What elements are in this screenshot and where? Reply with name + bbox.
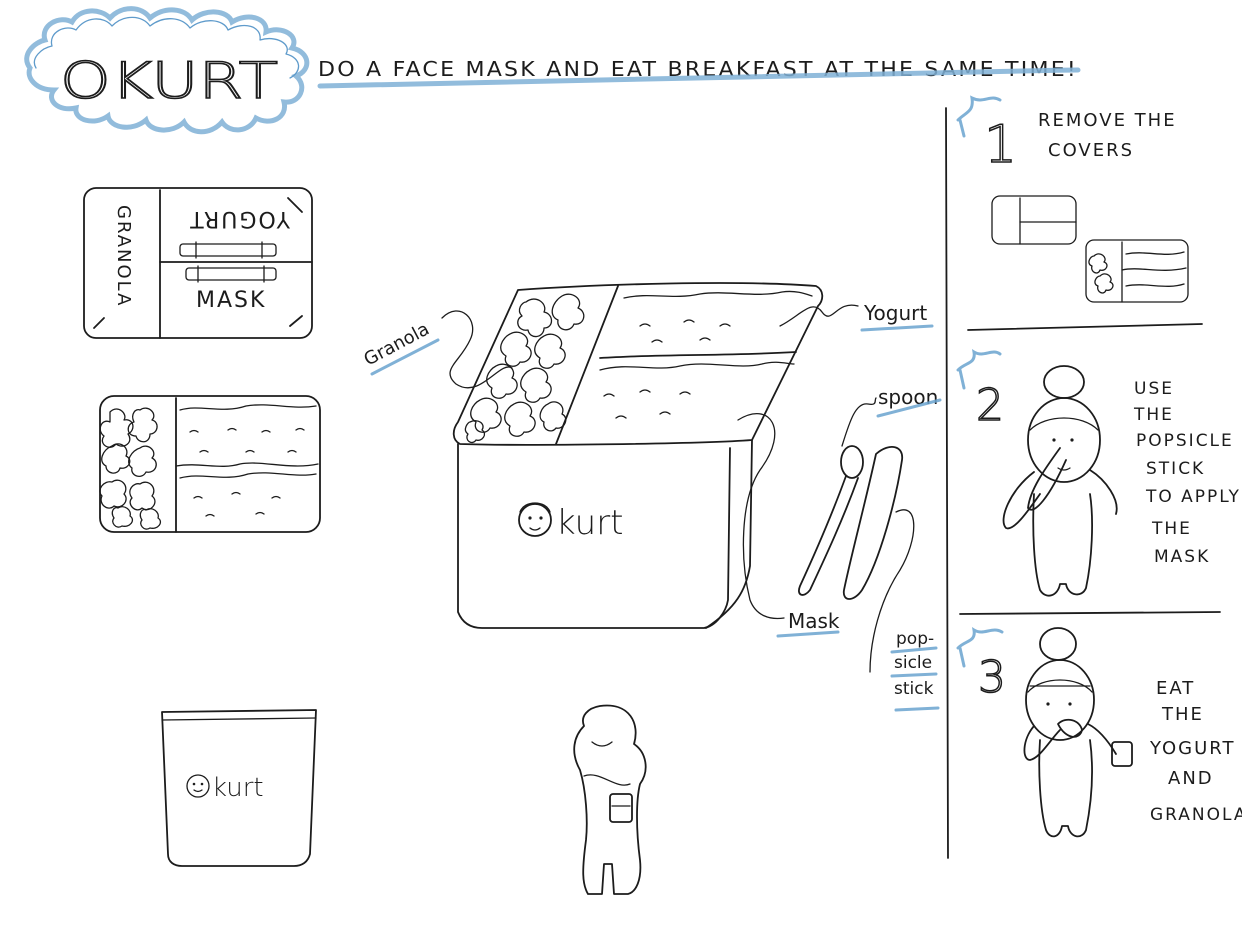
yogurt-leader-line bbox=[779, 304, 859, 327]
step-2-number: 2 bbox=[976, 380, 1004, 431]
step-1-closed-lid-icon bbox=[991, 195, 1077, 245]
step-3-line-4: AND bbox=[1168, 768, 1214, 789]
step-3-line-2: THE bbox=[1161, 704, 1204, 725]
popsicle-highlight-3 bbox=[894, 706, 940, 712]
step-3-line-5: GRANOLA bbox=[1150, 805, 1242, 825]
character-holding-cup bbox=[573, 704, 647, 895]
mask-leader-line bbox=[737, 413, 785, 620]
cup-logo-text: kurt bbox=[212, 773, 264, 803]
step-3-person-eating bbox=[1023, 627, 1133, 838]
step-2-person-applying-mask bbox=[1002, 365, 1118, 597]
steps-divider-1 bbox=[967, 323, 1203, 331]
callout-spoon: spoon bbox=[878, 385, 938, 409]
step-1-line-2: COVERS bbox=[1048, 140, 1134, 161]
step-1-number: 1 bbox=[984, 115, 1017, 175]
step-2-line-6: THE bbox=[1151, 519, 1192, 539]
brand-title: OKURT bbox=[60, 52, 278, 110]
lid-mask-label: MASK bbox=[196, 288, 266, 313]
mask-highlight bbox=[776, 630, 840, 638]
step-2-line-4: STICK bbox=[1146, 459, 1205, 479]
callout-popsicle-2: sicle bbox=[894, 653, 932, 673]
popsicle-highlight-2 bbox=[890, 672, 938, 678]
lid-granola-label: GRANOLA bbox=[113, 205, 134, 307]
spoon-drawing bbox=[798, 445, 864, 596]
steps-divider-2 bbox=[959, 611, 1221, 615]
step-1-open-tray-icon bbox=[1085, 239, 1189, 303]
yogurt-highlight bbox=[860, 324, 934, 332]
tray-open-view bbox=[99, 395, 321, 533]
step-2-line-1: USE bbox=[1134, 379, 1174, 399]
okurt-concept-sketch: OKURT DO A FACE MASK AND EAT BREAKFAST A… bbox=[24, 6, 1242, 895]
callout-popsicle-1: pop- bbox=[896, 629, 934, 649]
callout-yogurt: Yogurt bbox=[863, 301, 927, 325]
step-2-line-3: POPSICLE bbox=[1136, 431, 1234, 451]
main-box-3d bbox=[452, 282, 824, 629]
lid-yogurt-label: YOGURT bbox=[188, 206, 291, 231]
step-2-line-2: THE bbox=[1133, 405, 1174, 425]
step-2-line-7: MASK bbox=[1154, 547, 1210, 567]
box-logo-text: kurt bbox=[556, 503, 624, 543]
step-1-line-1: REMOVE THE bbox=[1038, 110, 1177, 131]
spoon-leader-line bbox=[841, 397, 877, 447]
callout-popsicle-3: stick bbox=[894, 679, 934, 699]
step-2-line-5: TO APPLY bbox=[1145, 487, 1241, 507]
step-3-line-1: EAT bbox=[1156, 678, 1195, 699]
callout-mask: Mask bbox=[788, 609, 840, 633]
step-3-line-3: YOGURT bbox=[1149, 738, 1236, 759]
steps-divider-vertical bbox=[945, 107, 949, 859]
step-3-number: 3 bbox=[978, 652, 1006, 703]
